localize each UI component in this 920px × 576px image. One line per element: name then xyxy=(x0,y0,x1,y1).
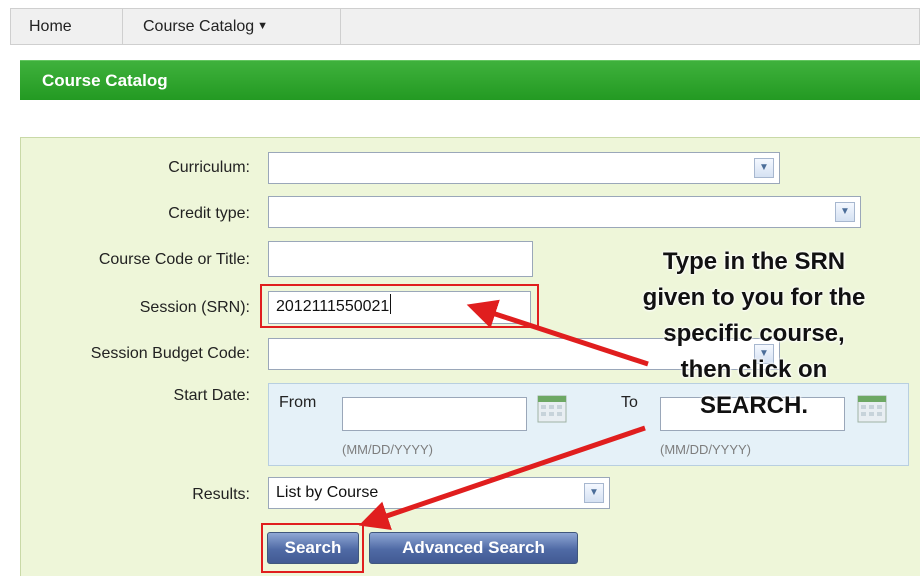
instruction-line: then click on xyxy=(680,356,828,383)
arrow-to-search-button xyxy=(358,425,646,531)
instruction-callout: Type in the SRN given to you for the spe… xyxy=(588,244,920,424)
instruction-line: specific course, xyxy=(663,320,845,347)
instruction-line: given to you for the xyxy=(642,284,866,311)
instruction-line: Type in the SRN xyxy=(662,248,846,275)
instruction-line: SEARCH. xyxy=(699,392,808,419)
